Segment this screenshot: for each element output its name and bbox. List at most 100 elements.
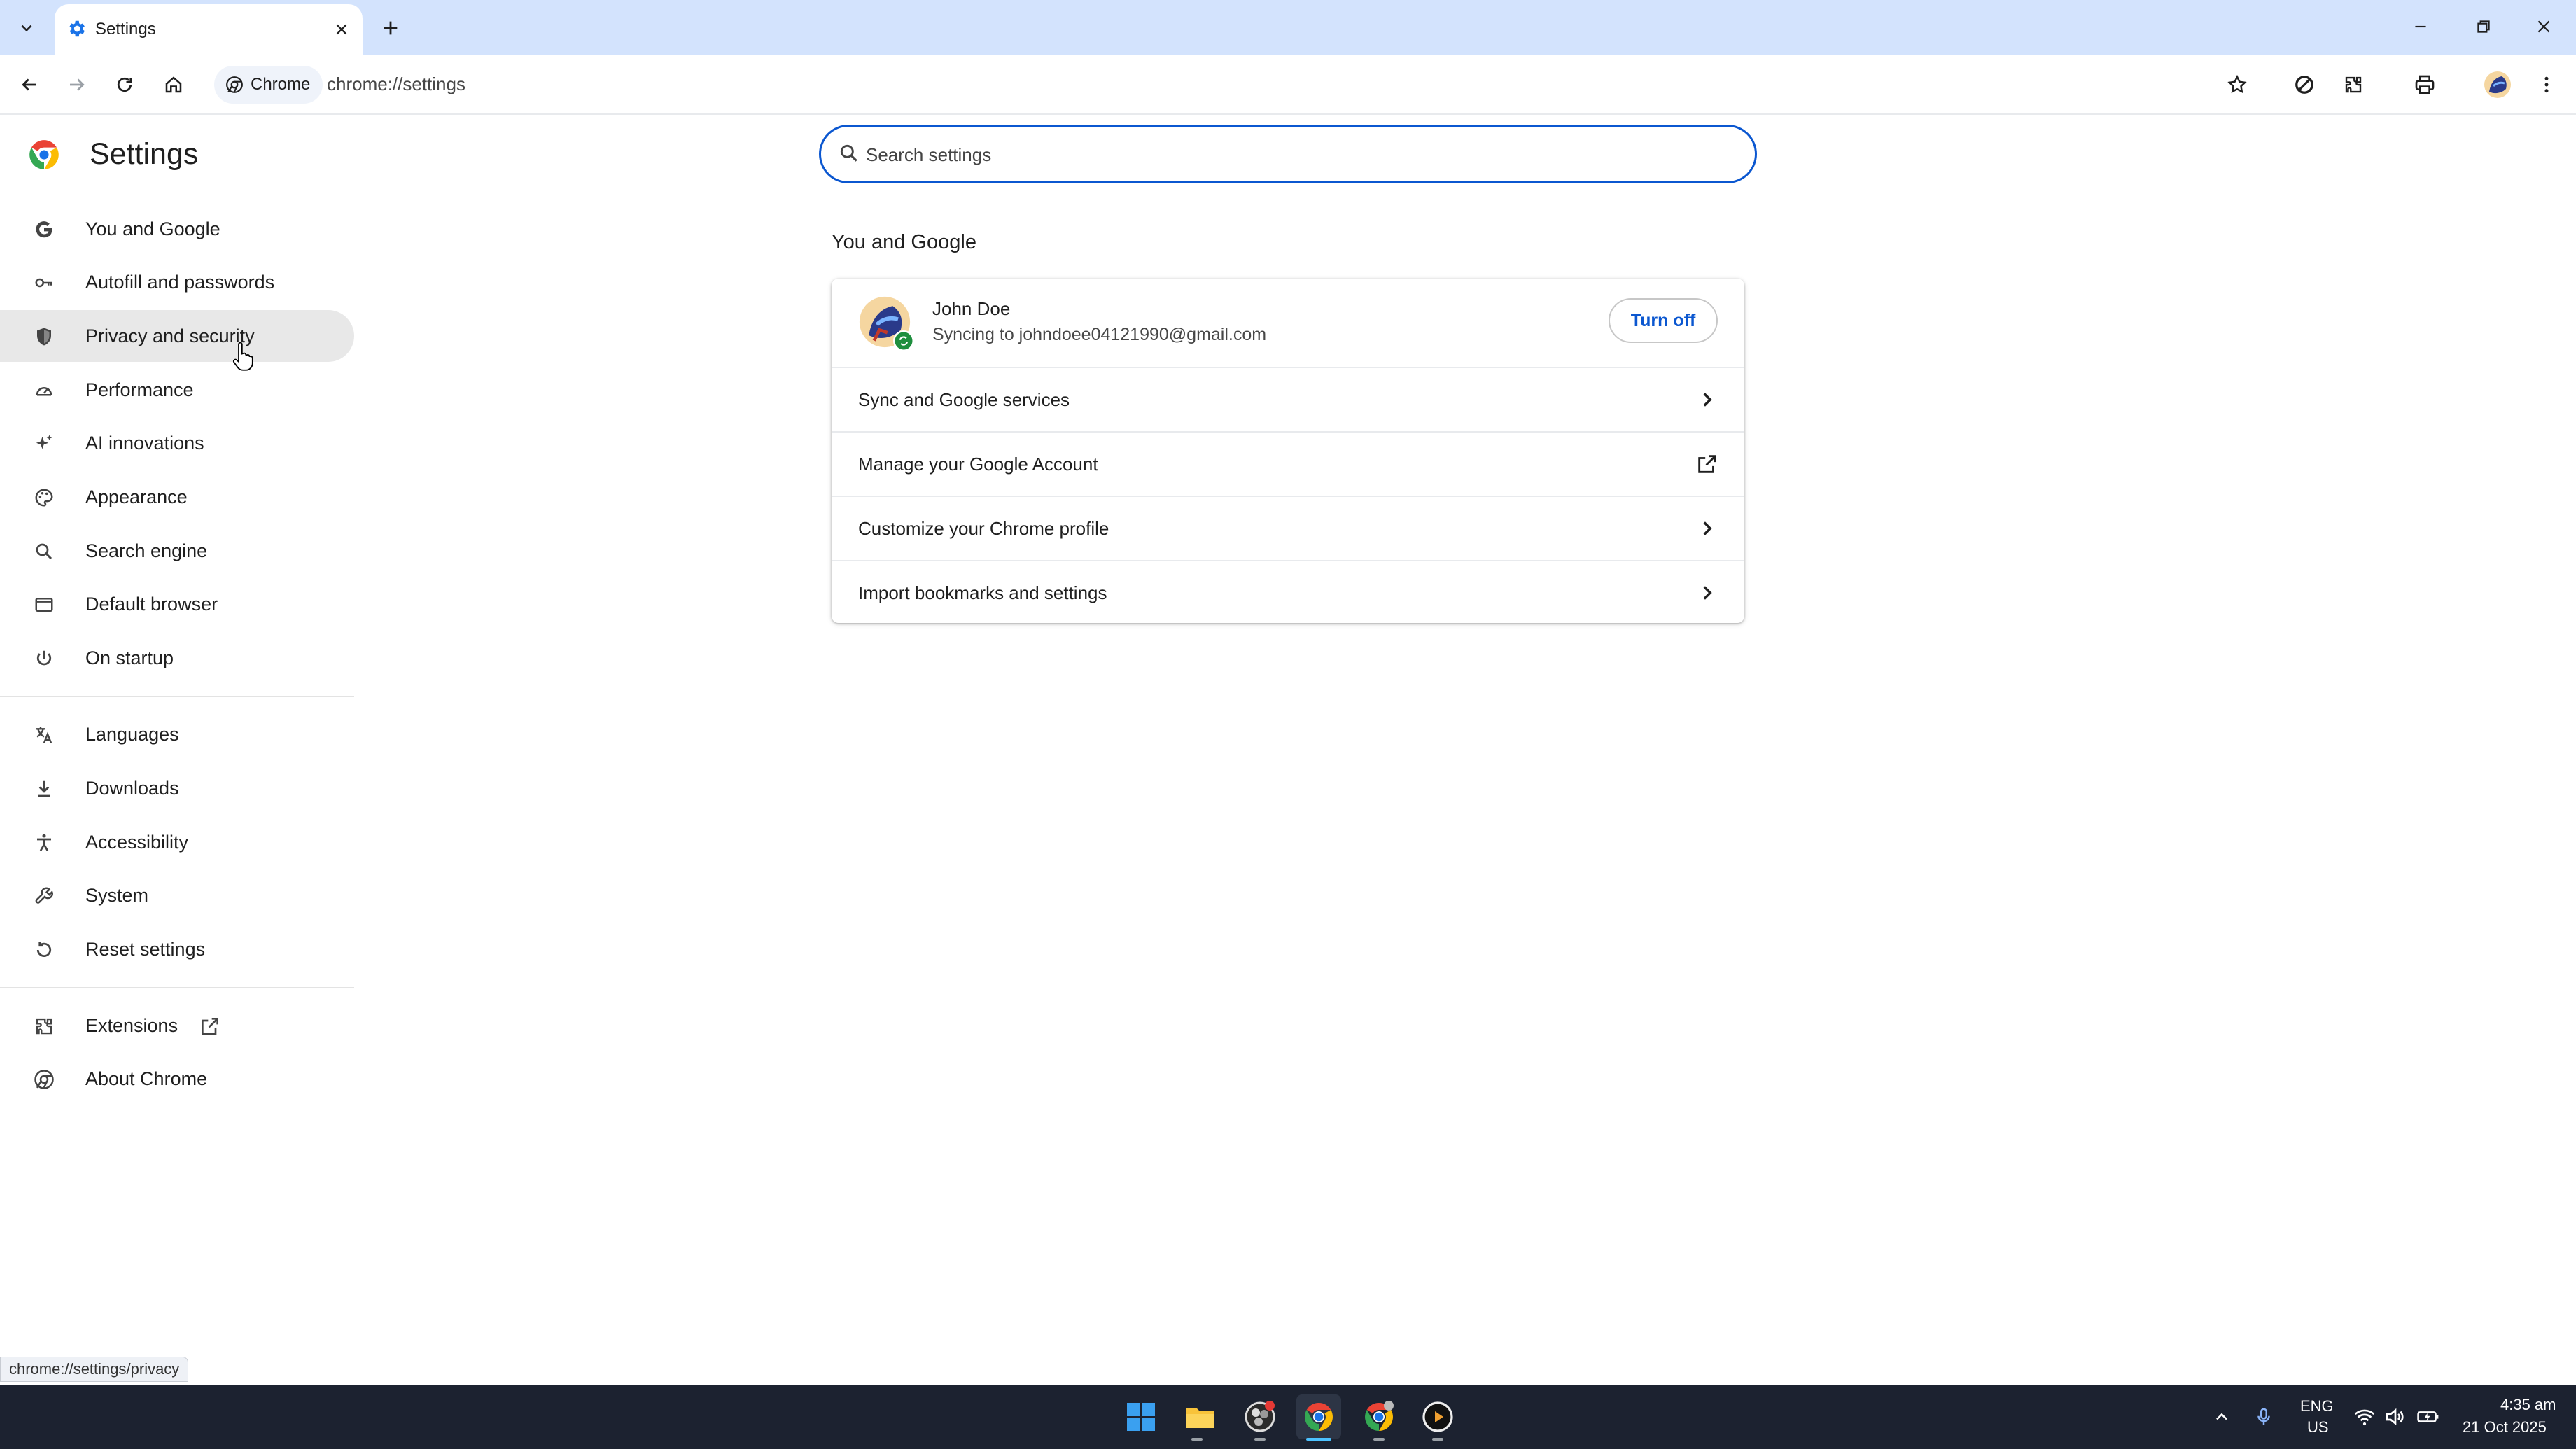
show-hidden-icons-button[interactable] [2199,1394,2244,1439]
clock-date[interactable]: 21 Oct 2025 [2463,1418,2547,1436]
battery-icon[interactable] [2416,1406,2440,1428]
tab-settings[interactable]: Settings [55,4,363,55]
chrome-icon [1365,1401,1394,1431]
tab-search-button[interactable] [7,8,46,48]
nav-divider [0,696,354,697]
sidebar-item-performance[interactable]: Performance [0,364,354,416]
tab-close-button[interactable] [326,14,357,45]
sidebar-item-label: About Chrome [85,1068,208,1089]
printer-icon [2415,75,2435,94]
restore-button[interactable] [2464,7,2503,46]
browser-window-icon [35,598,53,612]
microphone-button[interactable] [2241,1394,2286,1439]
row-label: Import bookmarks and settings [858,582,1107,603]
minimize-icon [2415,25,2426,28]
arrow-left-icon [22,78,36,91]
taskbar-chrome[interactable] [1296,1394,1341,1439]
sidebar-item-extensions[interactable]: Extensions [0,1000,354,1051]
sidebar-item-default-browser[interactable]: Default browser [0,578,354,630]
volume-icon[interactable] [2384,1406,2407,1428]
wifi-icon[interactable] [2353,1406,2376,1428]
taskbar-file-explorer[interactable] [1177,1394,1222,1439]
new-tab-button[interactable] [371,8,410,48]
puzzle-icon [36,1018,52,1035]
row-customize-profile[interactable]: Customize your Chrome profile [832,496,1744,560]
nav-divider [0,987,354,988]
sidebar-item-label: Accessibility [85,831,189,853]
microphone-icon [2258,1408,2270,1425]
back-button[interactable] [10,65,49,104]
site-info-chip[interactable]: Chrome [214,66,323,104]
page-title: Settings [90,137,199,171]
star-icon [2227,74,2247,94]
profile-button[interactable] [2478,65,2517,104]
minimize-button[interactable] [2401,7,2440,46]
region-code[interactable]: US [2307,1418,2329,1436]
search-input[interactable] [866,141,1706,169]
sidebar-item-label: Downloads [85,777,179,799]
google-g-icon [36,221,52,238]
status-bubble: chrome://settings/privacy [0,1357,189,1382]
sidebar-item-downloads[interactable]: Downloads [0,762,354,814]
block-extension-button[interactable] [2285,65,2324,104]
tab-title: Settings [95,20,156,38]
puzzle-icon [2345,76,2362,93]
row-label: Customize your Chrome profile [858,518,1110,539]
url-text[interactable]: chrome://settings [327,74,465,95]
search-icon [840,144,858,162]
print-button[interactable] [2405,65,2444,104]
sidebar-item-label: System [85,884,149,906]
home-icon [165,76,182,93]
sync-status-text: Syncing to johndoee04121990@gmail.com [932,325,1267,344]
bookmark-button[interactable] [2218,65,2257,104]
row-import-bookmarks[interactable]: Import bookmarks and settings [832,560,1744,624]
language-code[interactable]: ENG [2300,1397,2334,1415]
clock-time[interactable]: 4:35 am [2500,1396,2556,1414]
chip-label: Chrome [251,75,311,94]
sidebar-item-label: Search engine [85,540,208,561]
sidebar-item-languages[interactable]: Languages [0,708,354,760]
sidebar-item-you-and-google[interactable]: You and Google [0,203,354,255]
sidebar-item-label: Languages [85,723,179,745]
running-indicator [1254,1438,1266,1441]
taskbar-app-obs[interactable] [1238,1394,1282,1439]
sidebar-item-system[interactable]: System [0,869,354,921]
reset-icon [36,941,52,957]
sidebar-item-appearance[interactable]: Appearance [0,471,354,523]
row-sync-google-services[interactable]: Sync and Google services [832,367,1744,431]
sync-badge-icon [893,330,914,351]
restore-icon [2477,20,2490,33]
sidebar-item-search-engine[interactable]: Search engine [0,525,354,577]
taskbar: ENG US 4:35 am 21 Oct 2025 [0,1385,2576,1449]
sidebar-item-accessibility[interactable]: Accessibility [0,816,354,868]
sidebar-item-autofill[interactable]: Autofill and passwords [0,256,354,308]
close-window-button[interactable] [2524,7,2563,46]
palette-icon [35,489,53,507]
sidebar-item-label: Performance [85,379,194,400]
sidebar-item-privacy[interactable]: Privacy and security [0,310,354,371]
address-bar[interactable]: Chrome chrome://settings [211,63,2272,106]
taskbar-media-player[interactable] [1415,1394,1460,1439]
obs-icon [1245,1401,1275,1432]
running-indicator [1191,1438,1203,1441]
reload-button[interactable] [105,65,144,104]
turn-off-sync-button[interactable]: Turn off [1609,298,1718,343]
chrome-icon [1305,1403,1333,1431]
search-settings-box[interactable] [819,125,1757,183]
avatar [2484,71,2511,98]
start-button[interactable] [1119,1394,1163,1439]
menu-button[interactable] [2527,65,2566,104]
active-indicator [1306,1438,1331,1441]
forward-button[interactable] [57,65,97,104]
sidebar-item-ai-innovations[interactable]: AI innovations [0,417,354,469]
sidebar-item-label: Privacy and security [85,325,255,346]
reload-icon [117,77,132,92]
sidebar-item-reset-settings[interactable]: Reset settings [0,923,354,975]
home-button[interactable] [154,65,193,104]
extensions-button[interactable] [2334,65,2373,104]
sidebar-item-about-chrome[interactable]: About Chrome [0,1053,354,1105]
row-manage-google-account[interactable]: Manage your Google Account [832,431,1744,496]
taskbar-chrome-profile[interactable] [1357,1394,1401,1439]
sidebar-item-on-startup[interactable]: On startup [0,632,354,684]
close-icon [2538,20,2550,33]
